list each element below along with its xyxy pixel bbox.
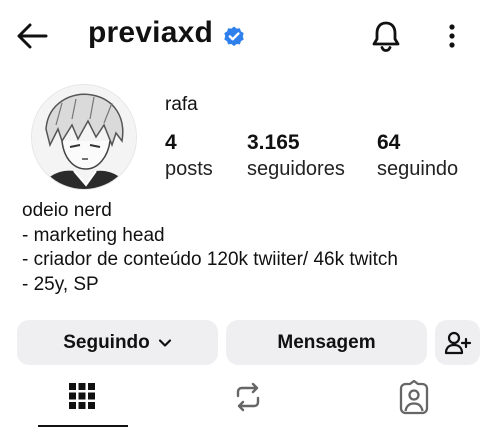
message-button[interactable]: Mensagem bbox=[226, 320, 427, 365]
tab-posts-grid[interactable] bbox=[64, 380, 100, 416]
following-button[interactable]: Seguindo bbox=[17, 320, 218, 365]
followers-label: seguidores bbox=[247, 158, 345, 180]
chevron-down-icon bbox=[158, 338, 171, 347]
bell-icon bbox=[372, 21, 400, 52]
message-button-label: Mensagem bbox=[277, 331, 376, 353]
tagged-person-icon bbox=[399, 379, 429, 415]
profile-username: previaxd bbox=[88, 16, 213, 49]
stat-followers[interactable]: 3.165 seguidores bbox=[247, 131, 345, 181]
notifications-button[interactable] bbox=[368, 18, 404, 54]
stat-posts[interactable]: 4 posts bbox=[165, 131, 213, 181]
bio-line: - criador de conteúdo 120k twiiter/ 46k … bbox=[22, 249, 398, 270]
repost-icon bbox=[236, 382, 260, 412]
posts-count: 4 bbox=[165, 131, 177, 154]
selected-tab-indicator bbox=[38, 425, 128, 427]
bio: odeio nerd - marketing head - criador de… bbox=[22, 199, 398, 297]
avatar[interactable] bbox=[31, 84, 137, 190]
posts-label: posts bbox=[165, 158, 213, 180]
back-button[interactable] bbox=[14, 20, 50, 52]
display-name: rafa bbox=[165, 94, 198, 115]
tab-tagged[interactable] bbox=[396, 379, 432, 416]
bio-line: - 25y, SP bbox=[22, 273, 99, 295]
stat-following[interactable]: 64 seguindo bbox=[377, 131, 458, 181]
back-arrow-icon bbox=[17, 23, 48, 49]
grid-icon bbox=[69, 383, 95, 409]
more-vertical-icon bbox=[449, 24, 455, 48]
following-button-label: Seguindo bbox=[63, 331, 150, 353]
tab-reposts[interactable] bbox=[230, 380, 266, 416]
following-count: 64 bbox=[377, 131, 401, 154]
bio-line: - marketing head bbox=[22, 224, 165, 246]
verified-badge-icon bbox=[222, 25, 246, 49]
avatar-illustration bbox=[32, 85, 136, 189]
more-options-button[interactable] bbox=[440, 20, 464, 52]
followers-count: 3.165 bbox=[247, 131, 300, 154]
bio-line: odeio nerd bbox=[22, 200, 112, 221]
suggest-people-button[interactable] bbox=[435, 320, 480, 365]
following-label: seguindo bbox=[377, 158, 459, 180]
add-person-icon bbox=[444, 331, 471, 354]
